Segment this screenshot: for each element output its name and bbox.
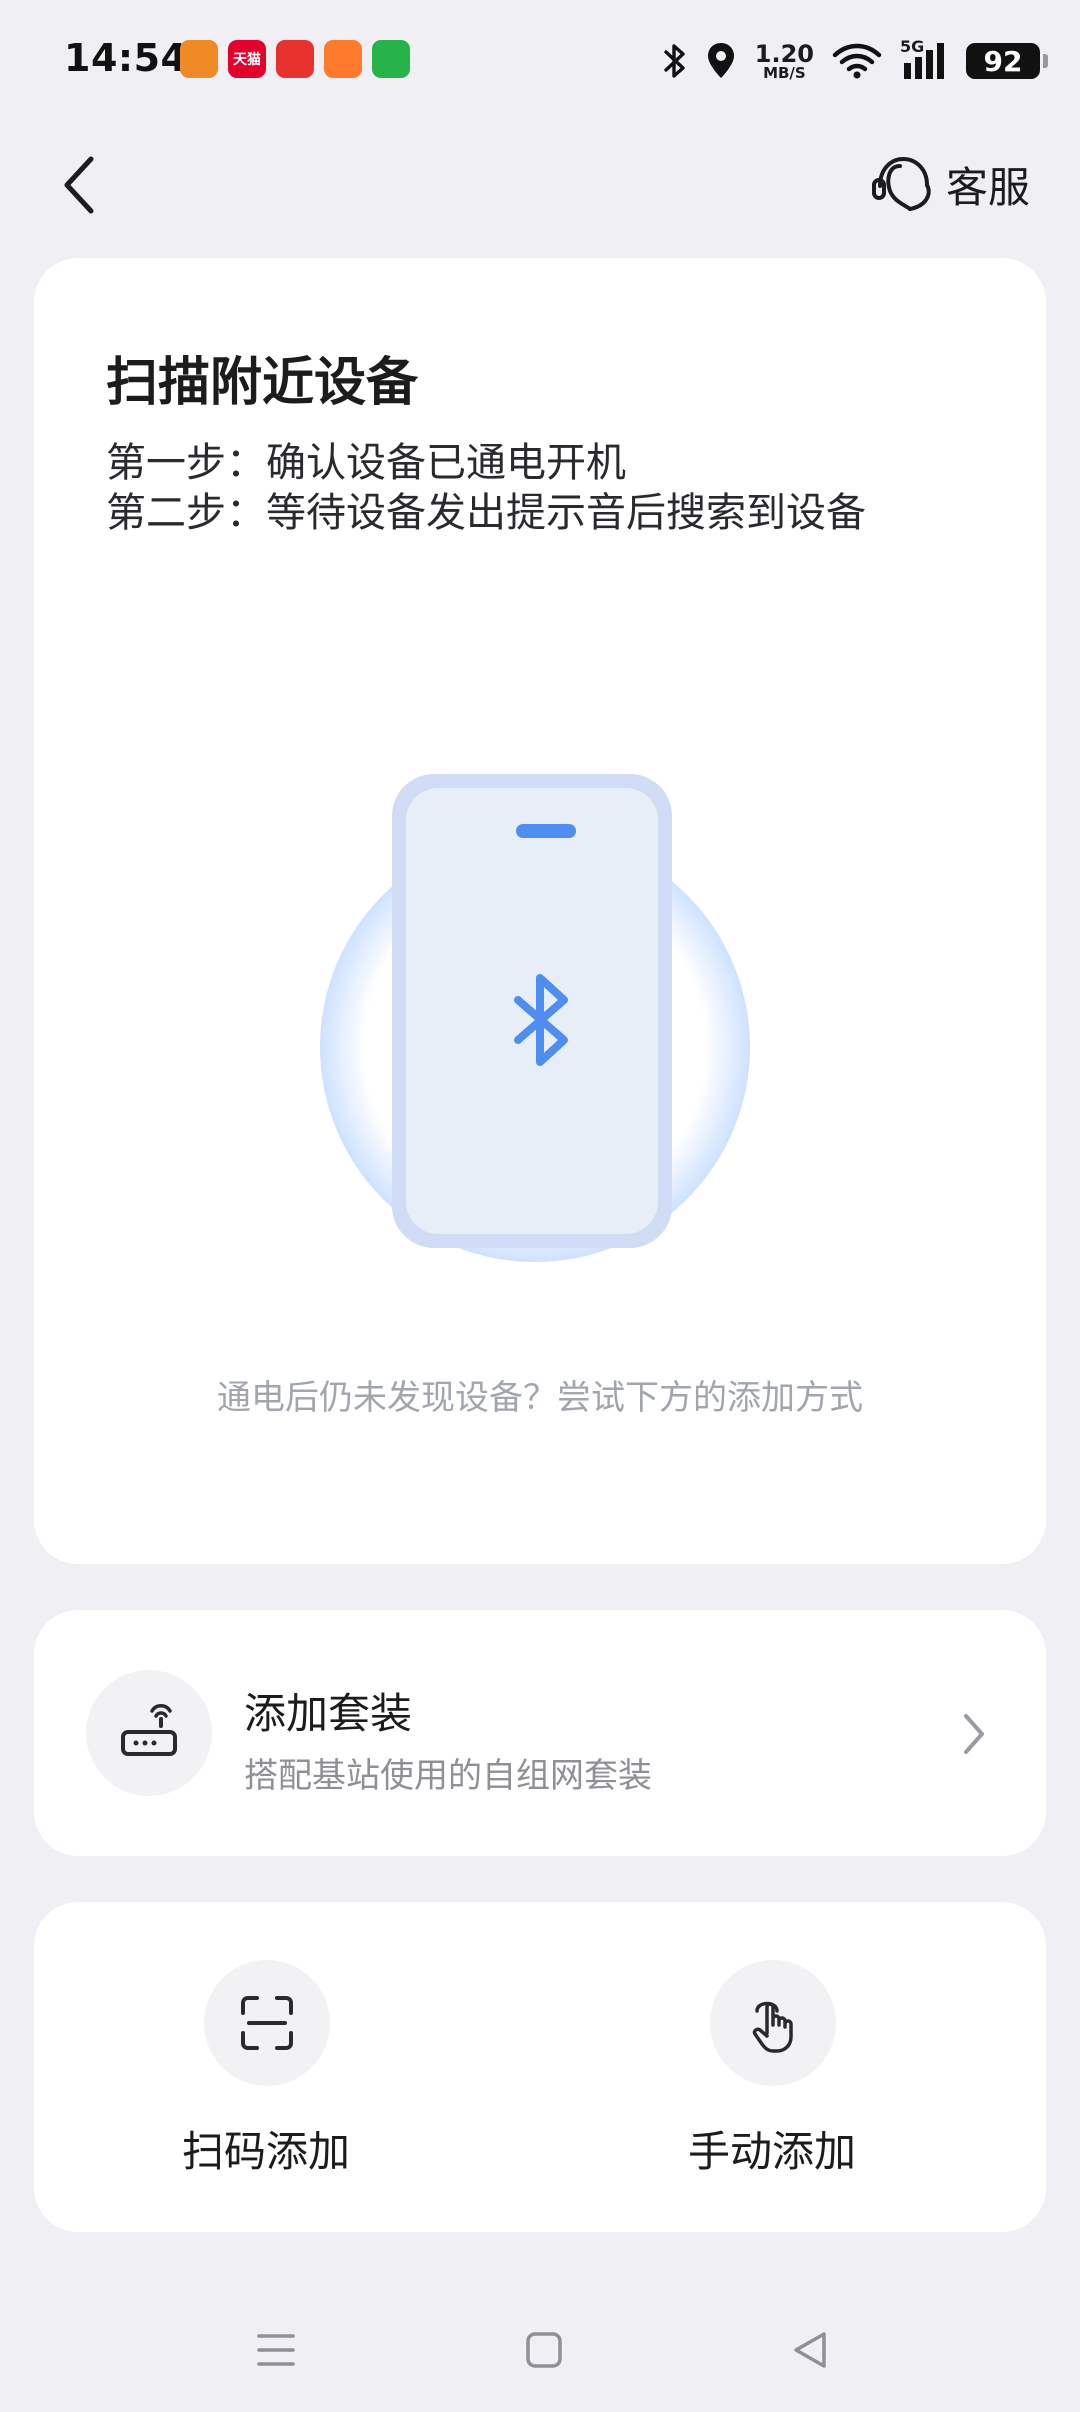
home-button[interactable] [514, 2320, 574, 2380]
add-kit-subtitle: 搭配基站使用的自组网套装 [244, 1756, 652, 1796]
add-kit-title: 添加套装 [244, 1689, 413, 1738]
bluetooth-scan-illustration [320, 774, 760, 1274]
app-icon-tmall: 天猫 [228, 40, 266, 78]
top-nav: 客服 [0, 130, 1080, 240]
chevron-left-icon [64, 156, 94, 214]
scan-qr-icon [241, 1996, 293, 2050]
signal-bars-icon [904, 43, 944, 79]
back-button[interactable] [44, 150, 114, 220]
recent-apps-button[interactable] [246, 2320, 306, 2380]
notification-app-icons: 天猫 [180, 40, 410, 78]
add-kit-card[interactable]: 添加套装 搭配基站使用的自组网套装 [34, 1610, 1046, 1856]
hand-tap-icon [752, 2001, 793, 2053]
app-icon-green [372, 40, 410, 78]
wifi-icon [832, 43, 882, 79]
customer-service-label: 客服 [945, 162, 1030, 212]
chevron-right-icon [964, 1714, 984, 1754]
bluetooth-icon [514, 974, 568, 1066]
phone-screen [406, 788, 658, 1234]
step-two: 第二步：等待设备发出提示音后搜索到设备 [106, 490, 866, 536]
app-icon-red [276, 40, 314, 78]
phone-notch [516, 824, 576, 838]
manual-add-label: 手动添加 [687, 2127, 856, 2176]
network-speed: 1.20 MB/S [755, 42, 814, 81]
app-icon-shop [324, 40, 362, 78]
status-bar: 14:54 天猫 1.20 MB/S 5G 92 [0, 0, 1080, 124]
scan-add-label: 扫码添加 [181, 2127, 350, 2176]
kit-icon-container [86, 1670, 212, 1796]
customer-service-button[interactable]: 客服 [870, 148, 1030, 220]
network-speed-unit: MB/S [763, 63, 806, 82]
headset-icon [871, 156, 931, 211]
system-navigation-bar [0, 2300, 1080, 2390]
step-one: 第一步：确认设备已通电开机 [106, 440, 626, 486]
status-time: 14:54 [64, 36, 188, 80]
status-indicators: 1.20 MB/S 5G 92 [663, 37, 1048, 84]
menu-icon [257, 2334, 295, 2366]
scan-nearby-card: 扫描附近设备 第一步：确认设备已通电开机 第二步：等待设备发出提示音后搜索到设备… [34, 258, 1046, 1564]
scan-title: 扫描附近设备 [106, 353, 419, 413]
scan-add-button[interactable]: 扫码添加 [116, 1960, 416, 2190]
cellular-signal: 5G [900, 37, 948, 81]
network-speed-value: 1.20 [754, 39, 814, 68]
phone-graphic [392, 774, 672, 1248]
scan-hint: 通电后仍未发现设备？尝试下方的添加方式 [217, 1378, 863, 1418]
battery-indicator: 92 [966, 43, 1048, 79]
triangle-back-icon [794, 2332, 826, 2368]
app-icon-orange [180, 40, 218, 78]
system-back-button[interactable] [780, 2320, 840, 2380]
square-icon [526, 2332, 562, 2368]
bluetooth-status-icon [664, 44, 685, 78]
location-icon [707, 43, 734, 78]
router-icon [121, 1704, 177, 1756]
scan-icon-container [204, 1960, 330, 2086]
manual-add-button[interactable]: 手动添加 [622, 1960, 922, 2190]
manual-icon-container [710, 1960, 836, 2086]
add-options-card: 扫码添加 手动添加 [34, 1902, 1046, 2232]
scan-steps: 第一步：确认设备已通电开机 第二步：等待设备发出提示音后搜索到设备 [106, 438, 866, 538]
